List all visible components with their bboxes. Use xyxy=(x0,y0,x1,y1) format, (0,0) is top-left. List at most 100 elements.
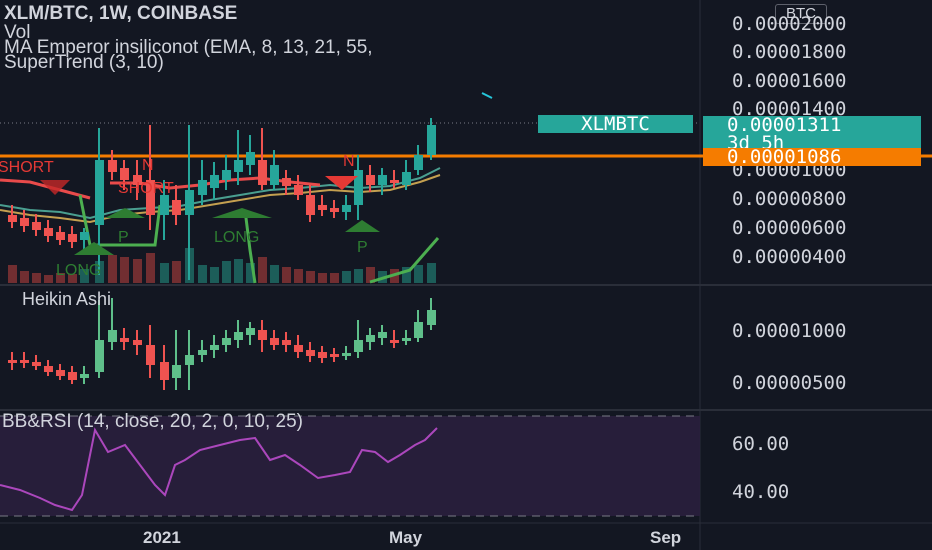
candle xyxy=(330,200,339,218)
signal-p-2: P xyxy=(357,239,368,256)
heikin-price-label: 0.00001000 xyxy=(732,320,847,342)
volume-bar xyxy=(160,263,169,283)
ha-candle xyxy=(198,340,207,362)
candle xyxy=(342,195,351,220)
volume-bar xyxy=(234,259,243,283)
ha-candle xyxy=(8,352,17,370)
rsi-label: 60.00 xyxy=(732,433,790,455)
volume-bar xyxy=(342,271,351,283)
heikin-ashi-candles[interactable] xyxy=(8,298,436,390)
ha-candle xyxy=(160,345,169,390)
heikin-ashi-title[interactable]: Heikin Ashi xyxy=(22,289,111,310)
ha-candle xyxy=(68,366,77,384)
ha-candle xyxy=(427,298,436,330)
time-label-sep: Sep xyxy=(650,528,682,547)
volume-bar xyxy=(427,263,436,283)
volume-bar xyxy=(330,273,339,283)
ha-candle xyxy=(133,330,142,355)
price-label: 0.00000800 xyxy=(732,188,847,210)
signal-short-2: SHORT xyxy=(118,180,174,197)
ha-candle xyxy=(414,310,423,342)
rsi-label: 40.00 xyxy=(732,481,790,503)
price-label: 0.00001600 xyxy=(732,70,847,92)
signal-n-1: N xyxy=(142,157,154,174)
volume-bar xyxy=(108,255,117,283)
bbrsi-title[interactable]: BB&RSI (14, close, 20, 2, 0, 10, 25) xyxy=(2,411,303,433)
volume-bar xyxy=(44,275,53,283)
volume-bar xyxy=(20,271,29,283)
ha-candle xyxy=(32,355,41,370)
volume-bar xyxy=(198,265,207,283)
candle xyxy=(282,170,291,195)
ha-candle xyxy=(282,332,291,352)
ha-candle xyxy=(185,330,194,390)
signal-p-1: P xyxy=(118,229,129,246)
volume-bar xyxy=(282,267,291,283)
symbol-title[interactable]: XLM/BTC, 1W, COINBASE xyxy=(4,3,237,25)
volume-bar xyxy=(32,273,41,283)
ha-candle xyxy=(294,335,303,358)
candle xyxy=(414,145,423,175)
price-label: 0.00000400 xyxy=(732,246,847,268)
candle xyxy=(44,220,53,242)
volume-bar xyxy=(120,257,129,283)
ha-candle xyxy=(354,320,363,358)
candle xyxy=(222,155,231,190)
ha-candle xyxy=(20,352,29,368)
candle xyxy=(258,128,267,190)
volume-bar xyxy=(146,253,155,283)
signal-n-2: N xyxy=(343,153,355,170)
volume-bar xyxy=(258,257,267,283)
time-label-2021: 2021 xyxy=(143,528,181,547)
volume-bar xyxy=(306,271,315,283)
candle xyxy=(68,226,77,248)
ha-candle xyxy=(330,348,339,362)
ha-candle xyxy=(234,320,243,348)
volume-bar xyxy=(414,265,423,283)
candle xyxy=(210,162,219,200)
price-label: 0.00000600 xyxy=(732,217,847,239)
ha-candle xyxy=(222,330,231,352)
orange-line-price-tag: 0.00001086 xyxy=(703,148,921,167)
ha-candle xyxy=(258,320,267,352)
ha-candle xyxy=(342,346,351,360)
volume-bar xyxy=(8,265,17,283)
ha-candle xyxy=(390,330,399,348)
ha-candle xyxy=(402,330,411,345)
candle xyxy=(306,185,315,222)
heikin-price-label: 0.00000500 xyxy=(732,372,847,394)
signal-long-2: LONG xyxy=(214,229,259,246)
ha-candle xyxy=(246,322,255,345)
volume-bar xyxy=(222,261,231,283)
signal-short-1: SHORT xyxy=(0,159,54,176)
indicator-supertrend[interactable]: SuperTrend (3, 10) xyxy=(4,52,164,74)
ha-candle xyxy=(366,328,375,350)
candle xyxy=(427,118,436,160)
candle xyxy=(198,160,207,205)
volume-bar xyxy=(133,259,142,283)
candle xyxy=(294,175,303,200)
candle xyxy=(354,155,363,220)
ha-candle xyxy=(270,330,279,350)
price-label: 0.00001800 xyxy=(732,41,847,63)
ha-candle xyxy=(146,325,155,378)
drawing-mark[interactable] xyxy=(481,92,493,99)
ha-candle xyxy=(120,328,129,350)
price-label: 0.00002000 xyxy=(732,13,847,35)
ha-candle xyxy=(306,342,315,362)
signal-long-1: LONG xyxy=(56,262,101,279)
ha-candle xyxy=(378,325,387,345)
volume-bar xyxy=(294,269,303,283)
ha-candle xyxy=(318,346,327,363)
candle xyxy=(318,195,327,216)
ha-candle xyxy=(44,360,53,376)
time-label-may: May xyxy=(389,528,423,547)
ha-candle xyxy=(172,330,181,390)
candle xyxy=(56,226,65,245)
volume-bar xyxy=(354,269,363,283)
candle xyxy=(146,125,155,230)
ha-candle xyxy=(210,335,219,358)
candle xyxy=(32,214,41,236)
volume-bar xyxy=(172,261,181,283)
volume-bar xyxy=(210,267,219,283)
